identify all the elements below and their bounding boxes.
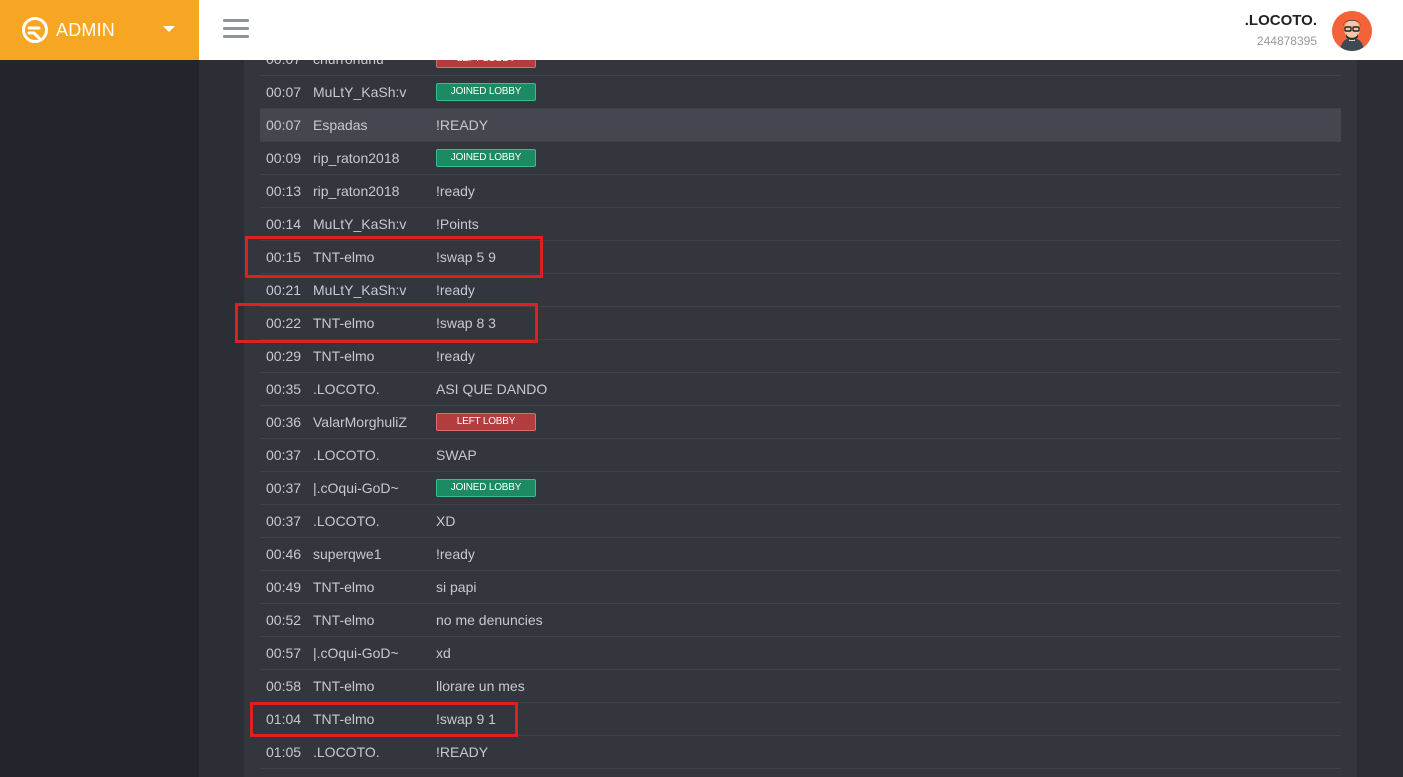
chat-message: !READY — [436, 117, 489, 133]
chat-username[interactable]: Espadas — [313, 117, 367, 133]
chat-time: 00:57 — [266, 645, 302, 661]
chat-username[interactable]: superqwe1 — [313, 546, 382, 562]
chat-username[interactable]: ValarMorghuliZ — [313, 414, 407, 430]
brand-menu[interactable]: ADMIN — [0, 0, 199, 60]
chat-time: 00:37 — [266, 447, 302, 463]
chat-row: 00:58 TNT-elmo llorare un mes — [260, 670, 1341, 703]
chat-time: 00:37 — [266, 513, 302, 529]
left-lobby-badge: LEFT LOBBY — [436, 413, 536, 431]
chat-username[interactable]: |.cOqui-GoD~ — [313, 645, 399, 661]
chat-row: 00:07 MuLtY_KaSh:v JOINED LOBBY — [260, 76, 1341, 109]
chat-username[interactable]: MuLtY_KaSh:v — [313, 216, 406, 232]
chat-message: SWAP — [436, 447, 477, 463]
chat-message: !ready — [436, 282, 475, 298]
chat-username[interactable]: MuLtY_KaSh:v — [313, 84, 406, 100]
joined-lobby-badge: JOINED LOBBY — [436, 83, 536, 101]
chat-row: 01:05 .LOCOTO. !READY — [260, 736, 1341, 769]
chat-time: 00:46 — [266, 546, 302, 562]
user-name: .LOCOTO. — [1244, 12, 1317, 29]
chat-time: 00:36 — [266, 414, 302, 430]
chat-message: ASI QUE DANDO — [436, 381, 548, 397]
avatar-icon — [1332, 11, 1372, 51]
user-id: 244878395 — [1256, 34, 1317, 48]
chat-time: 00:58 — [266, 678, 302, 694]
chat-message: llorare un mes — [436, 678, 525, 694]
menu-icon[interactable] — [223, 17, 251, 41]
highlight-box — [235, 303, 538, 343]
joined-lobby-badge: JOINED LOBBY — [436, 149, 536, 167]
chat-time: 00:07 — [266, 84, 302, 100]
chat-time: 00:49 — [266, 579, 302, 595]
joined-lobby-badge: JOINED LOBBY — [436, 479, 536, 497]
highlight-box — [250, 702, 518, 737]
chat-time: 00:07 — [266, 60, 301, 67]
chat-row: 00:46 superqwe1 !ready — [260, 538, 1341, 571]
chat-row: 00:49 TNT-elmo si papi — [260, 571, 1341, 604]
chat-row: 00:07 churrohunu LEFT LOBBY — [260, 60, 1341, 76]
chat-row: 00:37 |.cOqui-GoD~ JOINED LOBBY — [260, 472, 1341, 505]
chat-time: 00:09 — [266, 150, 302, 166]
chat-row: 00:35 .LOCOTO. ASI QUE DANDO — [260, 373, 1341, 406]
chat-username[interactable]: .LOCOTO. — [313, 513, 380, 529]
chat-time: 00:21 — [266, 282, 302, 298]
chat-time: 00:37 — [266, 480, 302, 496]
chat-row: 00:07 Espadas !READY — [260, 109, 1341, 142]
chat-message: !READY — [436, 744, 489, 760]
chat-message: !ready — [436, 183, 475, 199]
chat-time: 00:13 — [266, 183, 302, 199]
chat-message: si papi — [436, 579, 477, 595]
chat-row: 00:57 |.cOqui-GoD~ xd — [260, 637, 1341, 670]
chat-row: 00:09 rip_raton2018 JOINED LOBBY — [260, 142, 1341, 175]
chat-username[interactable]: MuLtY_KaSh:v — [313, 282, 406, 298]
chat-row: 00:36 ValarMorghuliZ LEFT LOBBY — [260, 406, 1341, 439]
chat-message: XD — [436, 513, 456, 529]
chat-username[interactable]: |.cOqui-GoD~ — [313, 480, 399, 496]
chat-row: 00:37 .LOCOTO. SWAP — [260, 439, 1341, 472]
chat-message: !Points — [436, 216, 479, 232]
chat-time: 00:52 — [266, 612, 302, 628]
avatar[interactable] — [1332, 11, 1372, 51]
chat-username[interactable]: TNT-elmo — [313, 678, 374, 694]
chat-username[interactable]: churrohunu — [313, 60, 384, 67]
chat-row: 00:37 .LOCOTO. XD — [260, 505, 1341, 538]
chat-row: 00:13 rip_raton2018 !ready — [260, 175, 1341, 208]
chat-username[interactable]: .LOCOTO. — [313, 381, 380, 397]
chat-message: !ready — [436, 546, 475, 562]
chat-row: 00:52 TNT-elmo no me denuncies — [260, 604, 1341, 637]
chat-time: 00:14 — [266, 216, 302, 232]
chat-message: xd — [436, 645, 451, 661]
sidebar — [0, 60, 199, 777]
chat-rows: 00:07 churrohunu LEFT LOBBY 00:07 MuLtY_KaSh… — [260, 60, 1341, 769]
chat-time: 00:35 — [266, 381, 302, 397]
chat-username[interactable]: rip_raton2018 — [313, 150, 399, 166]
chat-time: 01:05 — [266, 744, 302, 760]
chat-message: no me denuncies — [436, 612, 543, 628]
chat-username[interactable]: .LOCOTO. — [313, 447, 380, 463]
chat-username[interactable]: .LOCOTO. — [313, 744, 380, 760]
chat-time: 00:07 — [266, 117, 302, 133]
chat-username[interactable]: TNT-elmo — [313, 348, 374, 364]
top-bar: .LOCOTO. 244878395 — [199, 0, 1403, 60]
chat-time: 00:29 — [266, 348, 302, 364]
chevron-down-icon[interactable] — [163, 26, 175, 32]
left-lobby-badge: LEFT LOBBY — [436, 60, 536, 68]
chat-username[interactable]: rip_raton2018 — [313, 183, 399, 199]
brand-logo-icon — [22, 17, 48, 43]
chat-username[interactable]: TNT-elmo — [313, 579, 374, 595]
chat-message: !ready — [436, 348, 475, 364]
chat-username[interactable]: TNT-elmo — [313, 612, 374, 628]
highlight-box — [245, 236, 543, 278]
brand-title: ADMIN — [56, 20, 115, 40]
chat-log: 00:07 churrohunu LEFT LOBBY 00:07 MuLtY_KaSh… — [244, 60, 1357, 777]
chat-row: 00:29 TNT-elmo !ready — [260, 340, 1341, 373]
